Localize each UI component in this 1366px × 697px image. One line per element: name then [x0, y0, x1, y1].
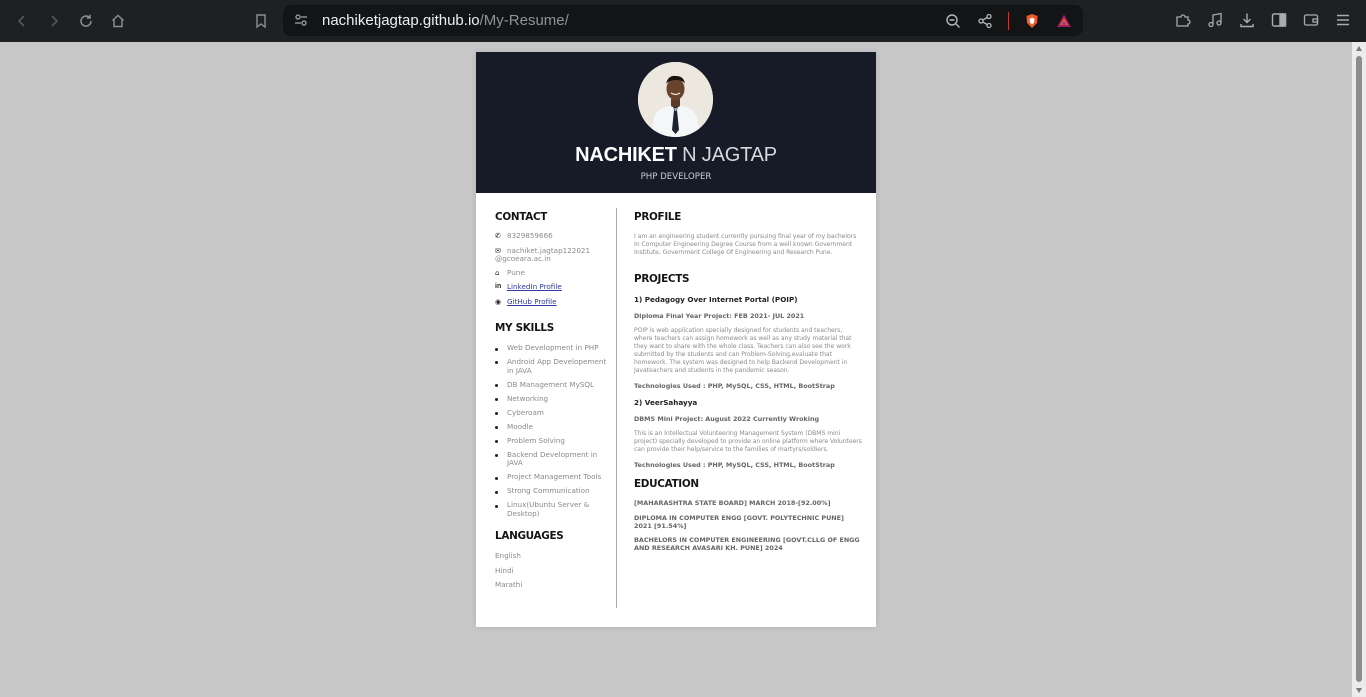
contact-title: CONTACT — [495, 211, 548, 223]
skill-item: Project Management Tools — [495, 473, 615, 482]
reload-icon[interactable] — [74, 9, 98, 33]
download-icon[interactable] — [1238, 11, 1256, 29]
home-location-icon: ⌂ — [495, 268, 500, 277]
project-meta: Diploma Final Year Project: FEB 2021- JU… — [634, 312, 805, 320]
first-name: NACHIKET — [575, 144, 677, 166]
forward-icon[interactable] — [42, 9, 66, 33]
skill-item: Linux(Ubuntu Server & Desktop) — [495, 501, 615, 519]
scrollbar-thumb[interactable] — [1356, 56, 1362, 682]
skills-list: Web Development in PHP Android App Devel… — [495, 343, 615, 519]
resume-header: NACHIKET N JAGTAP PHP DEVELOPER — [476, 52, 876, 193]
wallet-icon[interactable] — [1302, 11, 1320, 29]
url-text[interactable]: nachiketjagtap.github.io/My-Resume/ — [322, 12, 569, 29]
phone-icon: ✆ — [495, 232, 501, 240]
scroll-down-icon[interactable] — [1356, 688, 1362, 693]
linkedin-icon: in — [495, 283, 502, 290]
project-description: POIP is web application specially design… — [634, 327, 852, 374]
language-item: Hindi — [495, 565, 514, 575]
left-column: CONTACT ✆ 8329859666 ✉ nachiket.jagtap122… — [495, 211, 615, 595]
last-name: N JAGTAP — [676, 144, 777, 166]
home-icon[interactable] — [106, 9, 130, 33]
phone-value: 8329859666 — [507, 231, 553, 240]
project-technologies: Technologies Used : PHP, MySQL, CSS, HTM… — [634, 382, 835, 390]
skill-item: Problem Solving — [495, 436, 615, 446]
site-settings-icon[interactable] — [293, 12, 309, 28]
brave-rewards-icon[interactable] — [1055, 12, 1073, 30]
education-item: DIPLOMA IN COMPUTER ENGG [GOVT. POLYTECH… — [634, 514, 844, 530]
skill-item: Cyberoam — [495, 408, 615, 418]
education-item: [MAHARASHTRA STATE BOARD] MARCH 2018-[92… — [634, 499, 831, 507]
skill-item: Moodle — [495, 422, 615, 432]
bookmark-icon[interactable] — [249, 9, 273, 33]
menu-icon[interactable] — [1334, 11, 1352, 29]
scroll-up-icon[interactable] — [1356, 46, 1362, 51]
github-icon: ◉ — [495, 297, 502, 306]
sidebar-icon[interactable] — [1270, 11, 1288, 29]
resume-card: NACHIKET N JAGTAP PHP DEVELOPER CONTACT … — [476, 52, 876, 627]
contact-email: ✉ nachiket.jagtap122021 @gcoeara.ac.in — [495, 245, 615, 264]
skills-title: MY SKILLS — [495, 322, 554, 334]
contact-github: ◉ GitHub Profile — [495, 297, 615, 307]
column-divider — [616, 208, 617, 608]
profile-photo — [638, 62, 713, 137]
skill-item: DB Management MySQL — [495, 380, 615, 390]
address-bar[interactable]: nachiketjagtap.github.io/My-Resume/ — [283, 5, 1083, 36]
browser-toolbar: nachiketjagtap.github.io/My-Resume/ — [0, 0, 1366, 42]
language-item: Marathi — [495, 580, 523, 590]
linkedin-link[interactable]: LinkedIn Profile — [507, 282, 562, 292]
languages-title: LANGUAGES — [495, 530, 564, 543]
project-name: 2) VeerSahayya — [634, 398, 698, 407]
media-icon[interactable] — [1206, 11, 1224, 29]
url-host: nachiketjagtap.github.io — [322, 12, 480, 29]
job-title: PHP DEVELOPER — [640, 172, 712, 182]
back-icon[interactable] — [10, 9, 34, 33]
project-name: 1) Pedagogy Over Internet Portal (POIP) — [634, 295, 798, 304]
skill-item: Android App Developement in JAVA — [495, 357, 615, 376]
extensions-icon[interactable] — [1174, 11, 1192, 29]
project-technologies: Technologies Used : PHP, MySQL, CSS, HTM… — [634, 461, 835, 469]
language-item: English — [495, 551, 521, 561]
zoom-out-icon[interactable] — [944, 12, 962, 30]
brave-shields-icon[interactable] — [1023, 12, 1041, 30]
location-value: Pune — [507, 267, 525, 277]
share-icon[interactable] — [976, 12, 994, 30]
skill-item: Backend Development in JAVA — [495, 450, 615, 469]
page-scrollbar[interactable] — [1352, 42, 1366, 697]
languages-list: English Hindi Marathi — [495, 551, 615, 589]
email-value: nachiket.jagtap122021 @gcoeara.ac.in — [495, 245, 591, 263]
education-title: EDUCATION — [634, 478, 699, 490]
education-item: BACHELORS IN COMPUTER ENGINEERING [GOVT.… — [634, 536, 860, 552]
projects-title: PROJECTS — [634, 273, 690, 285]
url-path: /My-Resume/ — [479, 12, 569, 29]
contact-linkedin: in LinkedIn Profile — [495, 282, 615, 292]
profile-title: PROFILE — [634, 211, 682, 223]
project-meta: DBMS Mini Project: August 2022 Currently… — [634, 415, 820, 423]
profile-text: I am an engineering student currently pu… — [634, 233, 857, 256]
project-description: This is an Intellectual Volunteering Man… — [634, 430, 862, 453]
divider — [1008, 12, 1009, 30]
github-link[interactable]: GitHub Profile — [507, 297, 557, 307]
resume-name: NACHIKET N JAGTAP — [476, 144, 876, 167]
skill-item: Strong Communication — [495, 487, 615, 496]
right-column: PROFILE I am an engineering student curr… — [634, 211, 862, 552]
contact-phone: ✆ 8329859666 — [495, 231, 615, 241]
contact-location: ⌂ Pune — [495, 267, 615, 278]
skill-item: Networking — [495, 394, 615, 404]
skill-item: Web Development in PHP — [495, 343, 615, 353]
